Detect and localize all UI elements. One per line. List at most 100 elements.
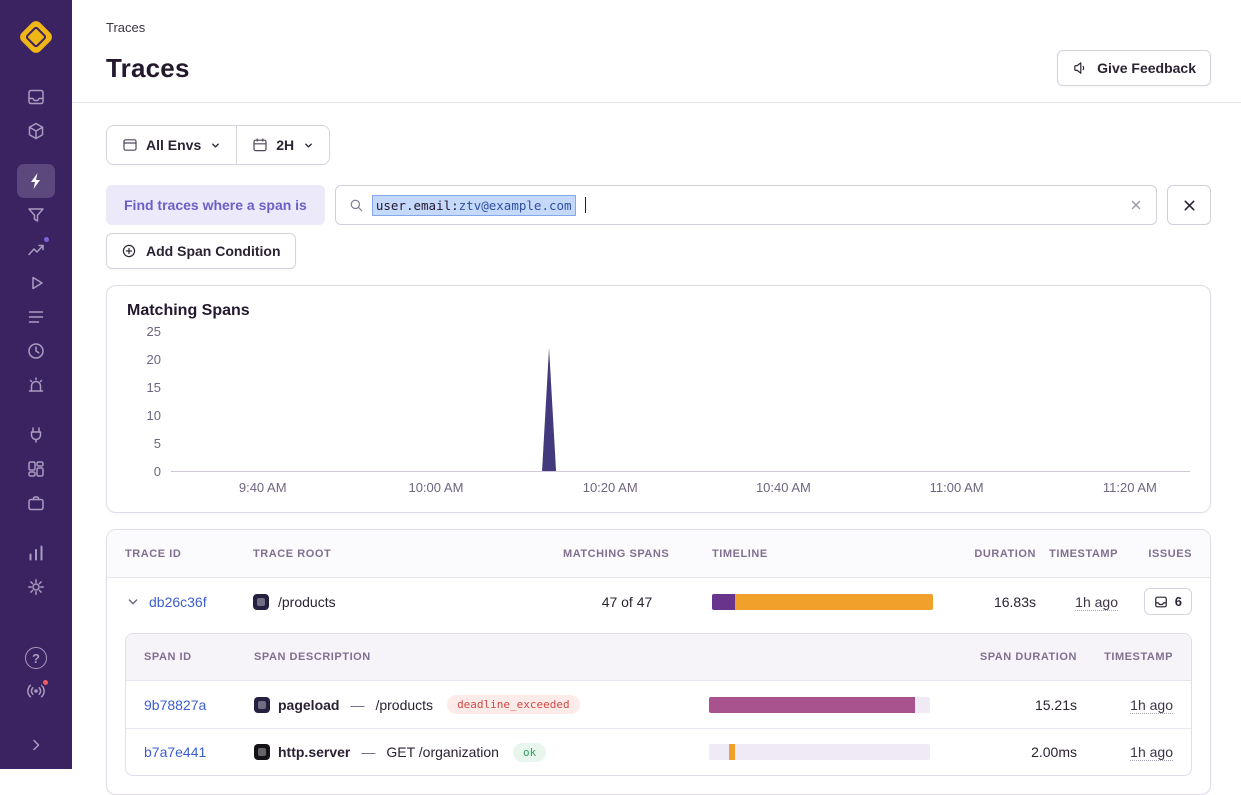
span-timeline-bar bbox=[709, 744, 930, 760]
give-feedback-button[interactable]: Give Feedback bbox=[1057, 50, 1211, 86]
notification-dot bbox=[42, 235, 51, 244]
clear-search-button[interactable] bbox=[1129, 198, 1143, 212]
span-condition-row: Find traces where a span is user.email:z… bbox=[106, 185, 1211, 225]
notification-dot bbox=[41, 678, 50, 687]
sidebar-item-dashboards[interactable] bbox=[17, 452, 55, 486]
collapse-sidebar-button[interactable] bbox=[26, 735, 46, 755]
y-axis-label: 15 bbox=[127, 380, 161, 395]
sidebar-item-crons[interactable] bbox=[17, 334, 55, 368]
column-header-duration: Duration bbox=[952, 548, 1036, 560]
column-header-issues: Issues bbox=[1118, 548, 1192, 560]
timeline-bar-segment bbox=[735, 594, 933, 610]
date-range-filter-button[interactable]: 2H bbox=[236, 126, 329, 164]
chevron-down-icon bbox=[303, 140, 314, 151]
y-axis-label: 10 bbox=[127, 408, 161, 423]
window-icon bbox=[122, 137, 138, 153]
x-axis-label: 9:40 AM bbox=[239, 480, 287, 495]
sidebar-item-organization[interactable] bbox=[17, 486, 55, 520]
close-icon bbox=[1129, 198, 1143, 212]
sentry-logo[interactable] bbox=[18, 19, 55, 56]
calendar-icon bbox=[252, 137, 268, 153]
search-icon bbox=[349, 198, 364, 213]
sidebar-item-settings[interactable] bbox=[17, 570, 55, 604]
traces-table-header: Trace ID Trace Root Matching Spans Timel… bbox=[107, 530, 1210, 578]
x-axis-label: 11:20 AM bbox=[1103, 480, 1157, 495]
traces-table: Trace ID Trace Root Matching Spans Timel… bbox=[106, 529, 1211, 795]
funnel-icon bbox=[26, 205, 46, 225]
column-header-matching-spans: Matching Spans bbox=[563, 548, 691, 560]
plus-circle-icon bbox=[121, 243, 137, 259]
column-header-span-description: Span Description bbox=[254, 651, 709, 663]
y-axis-label: 0 bbox=[127, 464, 161, 479]
sidebar-item-projects[interactable] bbox=[17, 114, 55, 148]
project-icon bbox=[254, 744, 270, 760]
trace-issues-button[interactable]: 6 bbox=[1144, 588, 1192, 615]
span-op: http.server bbox=[278, 744, 350, 760]
replays-icon bbox=[26, 273, 46, 293]
traces-icon bbox=[26, 171, 46, 191]
x-axis-label: 10:40 AM bbox=[756, 480, 811, 495]
whats-new-button[interactable] bbox=[26, 681, 46, 701]
span-timestamp: 1h ago bbox=[1130, 744, 1173, 761]
chevron-down-icon bbox=[210, 140, 221, 151]
breadcrumb[interactable]: Traces bbox=[106, 20, 1211, 35]
organization-icon bbox=[26, 493, 46, 513]
span-id-link[interactable]: 9b78827a bbox=[144, 697, 206, 713]
span-search-input[interactable]: user.email:ztv@example.com bbox=[335, 185, 1157, 225]
project-icon bbox=[253, 594, 269, 610]
y-axis-label: 25 bbox=[127, 324, 161, 339]
sidebar-item-issues[interactable] bbox=[17, 80, 55, 114]
column-header-span-timestamp: Timestamp bbox=[1077, 651, 1173, 663]
column-header-trace-root: Trace Root bbox=[253, 548, 563, 560]
chevron-right-icon bbox=[26, 735, 46, 755]
span-duration: 2.00ms bbox=[969, 744, 1077, 760]
sidebar-item-replays[interactable] bbox=[17, 266, 55, 300]
add-span-condition-button[interactable]: Add Span Condition bbox=[106, 233, 296, 269]
issues-icon bbox=[26, 87, 46, 107]
environment-filter-button[interactable]: All Envs bbox=[107, 126, 236, 164]
sidebar-item-alerts[interactable] bbox=[17, 368, 55, 402]
sidebar-item-integrations[interactable] bbox=[17, 418, 55, 452]
trace-id-link[interactable]: db26c36f bbox=[149, 594, 207, 610]
dashboards-icon bbox=[26, 459, 46, 479]
remove-condition-button[interactable] bbox=[1167, 185, 1211, 225]
separator: — bbox=[350, 697, 364, 713]
text-caret bbox=[585, 197, 587, 213]
spans-subtable: Span ID Span Description Span Duration T… bbox=[125, 633, 1192, 776]
help-icon[interactable]: ? bbox=[25, 647, 47, 669]
span-row: b7a7e441 http.server — GET /organization… bbox=[126, 728, 1191, 775]
sidebar-item-traces[interactable] bbox=[17, 164, 55, 198]
span-id-link[interactable]: b7a7e441 bbox=[144, 744, 206, 760]
matching-spans-panel: Matching Spans 0510152025 9:40 AM10:00 A… bbox=[106, 285, 1211, 513]
trace-timestamp: 1h ago bbox=[1075, 594, 1118, 611]
y-axis-label: 20 bbox=[127, 352, 161, 367]
sidebar-item-stats[interactable] bbox=[17, 536, 55, 570]
span-timeline-bar bbox=[709, 697, 930, 713]
search-token-key: user.email: bbox=[376, 198, 459, 213]
timeline-bar-segment bbox=[729, 744, 735, 760]
span-duration: 15.21s bbox=[969, 697, 1077, 713]
filter-bar: All Envs 2H bbox=[106, 125, 330, 165]
chart-spike bbox=[542, 348, 556, 471]
chart-x-axis: 9:40 AM10:00 AM10:20 AM10:40 AM11:00 AM1… bbox=[171, 472, 1190, 500]
sidebar-item-releases[interactable] bbox=[17, 232, 55, 266]
y-axis-label: 5 bbox=[127, 436, 161, 451]
sidebar-item-performance[interactable] bbox=[17, 198, 55, 232]
issues-icon bbox=[1154, 595, 1168, 609]
span-timestamp: 1h ago bbox=[1130, 697, 1173, 714]
span-op: pageload bbox=[278, 697, 339, 713]
chart-title: Matching Spans bbox=[127, 302, 1190, 320]
trace-row: db26c36f /products 47 of 47 16.83s 1h ag… bbox=[107, 578, 1210, 625]
sidebar: ? bbox=[0, 0, 72, 769]
environment-filter-label: All Envs bbox=[146, 137, 201, 153]
search-token[interactable]: user.email:ztv@example.com bbox=[373, 196, 575, 215]
collapse-trace-button[interactable] bbox=[125, 594, 141, 610]
x-axis-label: 11:00 AM bbox=[930, 480, 984, 495]
column-header-timestamp: Timestamp bbox=[1036, 548, 1118, 560]
trace-root-label: /products bbox=[278, 594, 336, 610]
sidebar-item-queue[interactable] bbox=[17, 300, 55, 334]
search-token-value: ztv@example.com bbox=[459, 198, 572, 213]
queue-icon bbox=[26, 307, 46, 327]
trace-duration: 16.83s bbox=[952, 594, 1036, 610]
page-title: Traces bbox=[106, 53, 190, 84]
